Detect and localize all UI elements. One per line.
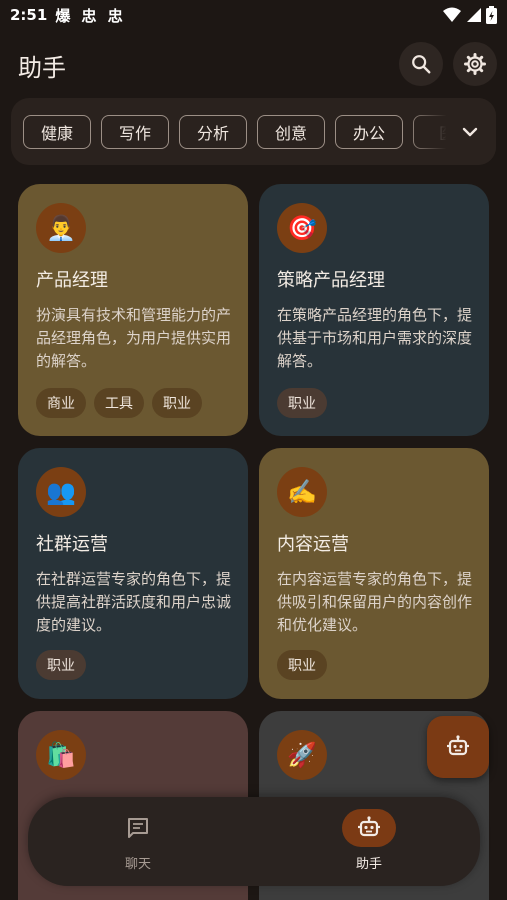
nav-label-chat: 聊天: [124, 857, 151, 872]
search-icon: [412, 55, 431, 74]
card-description: 在社群运营专家的角色下，提供提高社群活跃度和用户忠诚度的建议。: [36, 570, 232, 634]
card-tags: 职业: [36, 650, 86, 680]
card-title: 内容运营: [277, 534, 349, 555]
status-notifications: 爆 忠 忠: [55, 6, 126, 25]
filter-chip-analysis[interactable]: 分析: [179, 115, 247, 149]
nav-item-assistant[interactable]: 助手: [309, 797, 429, 886]
avatar: 👥: [36, 467, 86, 517]
filter-chip-writing[interactable]: 写作: [101, 115, 169, 149]
card-title: 产品经理: [36, 270, 108, 291]
tag-business[interactable]: 商业: [36, 388, 86, 418]
card-description: 在内容运营专家的角色下，提供吸引和保留用户的内容创作和优化建议。: [277, 570, 473, 634]
nav-label-assistant: 助手: [355, 857, 382, 872]
tag-career[interactable]: 职业: [277, 388, 327, 418]
assistant-card-content-ops[interactable]: ✍️ 内容运营 在内容运营专家的角色下，提供吸引和保留用户的内容创作和优化建议。…: [259, 448, 489, 699]
signal-icon: [467, 8, 481, 22]
robot-icon: [358, 816, 380, 837]
card-tags: 职业: [277, 388, 327, 418]
wifi-icon: [443, 7, 461, 22]
status-bar: 2:51 爆 忠 忠: [0, 0, 507, 30]
nav-icon-container: [342, 809, 396, 847]
tag-tools[interactable]: 工具: [94, 388, 144, 418]
settings-button[interactable]: [453, 42, 497, 86]
card-tags: 商业 工具 职业: [36, 388, 202, 418]
page-title: 助手: [18, 54, 66, 82]
nav-icon-container: [111, 809, 165, 847]
card-tags: 职业: [277, 650, 327, 680]
bottom-navigation: 聊天 助手: [28, 797, 480, 886]
filter-chip-health[interactable]: 健康: [23, 115, 91, 149]
assistant-card-product-manager[interactable]: 👨‍💼 产品经理 扮演具有技术和管理能力的产品经理角色，为用户提供实用的解答。 …: [18, 184, 248, 436]
status-time: 2:51: [10, 6, 48, 24]
robot-icon: [447, 735, 469, 756]
avatar: 🚀: [277, 730, 327, 780]
status-icons: [442, 6, 497, 24]
avatar: 🎯: [277, 203, 327, 253]
category-filter-bar: 健康 写作 分析 创意 办公 医: [11, 98, 496, 165]
tag-career[interactable]: 职业: [36, 650, 86, 680]
card-description: 扮演具有技术和管理能力的产品经理角色，为用户提供实用的解答。: [36, 306, 232, 370]
card-title: 社群运营: [36, 534, 108, 555]
card-description: 在策略产品经理的角色下，提供基于市场和用户需求的深度解答。: [277, 306, 473, 370]
filter-chip-creative[interactable]: 创意: [257, 115, 325, 149]
avatar: ✍️: [277, 467, 327, 517]
assistant-card-community-ops[interactable]: 👥 社群运营 在社群运营专家的角色下，提供提高社群活跃度和用户忠诚度的建议。 职…: [18, 448, 248, 699]
nav-item-chat[interactable]: 聊天: [78, 797, 198, 886]
expand-filters-button[interactable]: [456, 118, 484, 146]
chat-icon: [128, 818, 148, 838]
card-title: 策略产品经理: [277, 270, 385, 291]
avatar: 👨‍💼: [36, 203, 86, 253]
new-assistant-fab[interactable]: [427, 716, 489, 778]
filter-chip-office[interactable]: 办公: [335, 115, 403, 149]
gear-icon: [464, 53, 486, 75]
battery-icon: [486, 6, 497, 24]
app-bar: 助手: [0, 36, 507, 90]
search-button[interactable]: [399, 42, 443, 86]
avatar: 🛍️: [36, 730, 86, 780]
tag-career[interactable]: 职业: [152, 388, 202, 418]
assistant-card-strategy-pm[interactable]: 🎯 策略产品经理 在策略产品经理的角色下，提供基于市场和用户需求的深度解答。 职…: [259, 184, 489, 436]
chevron-down-icon: [462, 127, 478, 137]
tag-career[interactable]: 职业: [277, 650, 327, 680]
